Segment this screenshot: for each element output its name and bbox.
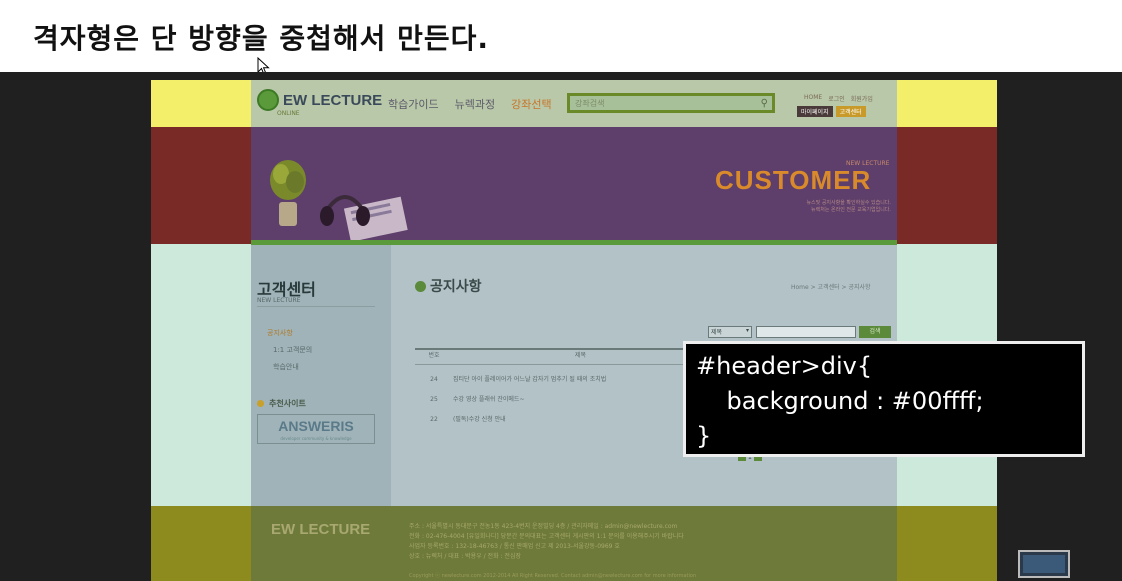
board-title-text: 공지사항 (430, 279, 482, 295)
visual-desc-line: 뉴렉처는 온라인 전문 교육기업입니다. (811, 207, 891, 213)
nav-item-guide[interactable]: 학습가이드 (388, 96, 439, 112)
plant-illustration-icon (270, 160, 306, 226)
site-logo[interactable]: EW LECTURE (257, 89, 382, 111)
main-nav: 학습가이드 뉴렉과정 강좌선택 (388, 96, 552, 112)
lnb-item-inquiry[interactable]: 1:1 고객문의 (273, 345, 312, 355)
board-title: 공지사항 (415, 276, 482, 296)
board-search-button[interactable]: 검색 (859, 326, 891, 338)
search-icon[interactable]: ⚲ (761, 98, 768, 109)
course-search-input[interactable]: 강좌검색 ⚲ (567, 93, 775, 113)
recommend-label: 추천사이트 (269, 399, 306, 408)
breadcrumb: Home > 고객센터 > 공지사항 (791, 284, 871, 291)
search-field-select[interactable]: 제목 ▾ (708, 326, 752, 338)
nav-item-select[interactable]: 강좌선택 (511, 96, 551, 112)
code-line: #header>div{ (696, 352, 873, 380)
footer-rep: 상호 : 뉴렉처 / 대표 : 박용우 / 전화 : 전심장 (409, 553, 521, 560)
banner-logo: ANSWERIS (278, 418, 354, 434)
slide-title: 격자형은 단 방향을 중첩해서 만든다. (33, 22, 490, 55)
answeris-banner[interactable]: ANSWERIS developer community & knowledge (257, 414, 375, 444)
recommend-heading: 추천사이트 (257, 398, 306, 409)
header-title: 제목 (574, 352, 586, 359)
code-overlay: #header>div{ background : #00ffff; } (683, 341, 1085, 457)
select-value: 제목 (711, 329, 723, 336)
visual-description: 뉴스및 공지사항을 확인하실수 있습니다. 뉴렉처는 온라인 전문 교육기업입니… (767, 200, 891, 214)
logo-sub: ONLINE (277, 110, 300, 117)
header-num: 번호 (428, 352, 440, 359)
web-page-preview: EW LECTURE ONLINE 학습가이드 뉴렉과정 강좌선택 강좌검색 ⚲… (151, 80, 997, 581)
lnb-divider (257, 306, 375, 307)
login-link[interactable]: 로그인 (828, 94, 845, 103)
util-buttons: 마이페이지 고객센터 (797, 106, 866, 117)
visual-desc-line: 뉴스및 공지사항을 확인하실수 있습니다. (806, 200, 891, 206)
slide-title-bar: 격자형은 단 방향을 중첩해서 만든다. (0, 0, 1122, 76)
row-title[interactable]: 수강 영상 플래쉬 잔이메드~ (453, 396, 524, 403)
nav-item-course[interactable]: 뉴렉과정 (455, 96, 495, 112)
row-num: 22 (430, 416, 438, 423)
logo-text: EW LECTURE (283, 91, 383, 109)
footer-address: 주소 : 서울특별시 동대문구 전농1동 423-4번지 운정빌딩 4층 / 관… (409, 523, 678, 530)
join-link[interactable]: 회원가입 (851, 94, 873, 103)
chevron-down-icon: ▾ (745, 327, 749, 334)
speech-bubble-icon (415, 281, 426, 292)
footer-tel: 전화 : 02-476-4004 [유일회나디] 당분간 문의대표는 고객센터 … (409, 533, 684, 540)
banner-sub: developer community & knowledge (280, 436, 352, 441)
row-num: 25 (430, 396, 438, 403)
table-row[interactable]: 25 수강 영상 플래쉬 잔이메드~ (415, 394, 524, 403)
row-num: 24 (430, 376, 438, 383)
laptop-icon (1018, 550, 1070, 578)
code-line: background : #00ffff; (696, 387, 984, 415)
code-line: } (696, 422, 712, 450)
util-links: HOME 로그인 회원가입 (804, 94, 873, 103)
search-placeholder: 강좌검색 (575, 99, 605, 108)
lnb-subtitle: NEW LECTURE (257, 297, 301, 304)
board-search-input[interactable] (756, 326, 856, 338)
customer-center-button[interactable]: 고객센터 (835, 106, 866, 117)
lnb-item-notice[interactable]: 공지사항 (267, 328, 293, 338)
table-row[interactable]: 22 (필독)수강 신청 안내 (415, 414, 506, 423)
row-title[interactable]: (필독)수강 신청 안내 (453, 416, 506, 423)
footer-copyright: Copyright ⓒ newlecture.com 2012-2014 All… (409, 573, 697, 579)
home-link[interactable]: HOME (804, 94, 822, 103)
logo-mark-icon (257, 89, 279, 111)
lnb-item-guide[interactable]: 학습안내 (273, 362, 299, 372)
row-title[interactable]: 집티단 아이 플레이어가 어느날 갑자기 멈추기 될 때의 조치법 (453, 376, 606, 383)
table-row[interactable]: 24 집티단 아이 플레이어가 어느날 갑자기 멈추기 될 때의 조치법 (415, 374, 606, 383)
bullet-icon (257, 400, 264, 407)
mypage-button[interactable]: 마이페이지 (797, 106, 833, 117)
footer-logo: EW LECTURE (271, 521, 371, 538)
inner-container: EW LECTURE ONLINE 학습가이드 뉴렉과정 강좌선택 강좌검색 ⚲… (251, 80, 897, 581)
footer-info: 주소 : 서울특별시 동대문구 전농1동 423-4번지 운정빌딩 4층 / 관… (409, 522, 819, 562)
headset-illustration-icon (320, 195, 408, 240)
footer-biz: 사업자 등록번호 : 132-18-46763 / 통신 판매업 신고 제 20… (409, 543, 620, 550)
visual-title: CUSTOMER (715, 165, 872, 195)
